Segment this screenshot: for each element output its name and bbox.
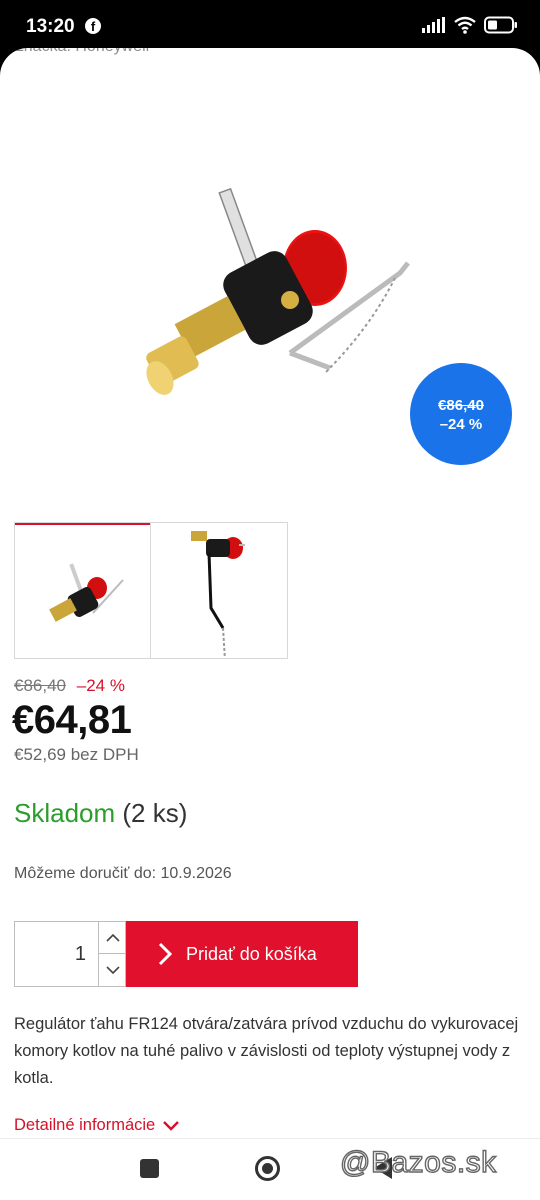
chevron-up-icon (105, 933, 120, 942)
chevron-right-icon (158, 942, 172, 966)
brand-label: Značka: Honeywell (14, 48, 149, 56)
delivery-date: Môžeme doručiť do: 10.9.2026 (14, 865, 232, 882)
signal-icon (422, 17, 445, 33)
product-image[interactable] (140, 178, 430, 428)
wifi-icon (454, 16, 476, 34)
current-price: €64,81 (12, 698, 132, 742)
badge-percent: –24 % (439, 416, 483, 433)
thumbnail-regulator[interactable] (14, 522, 151, 659)
chevron-down-icon (105, 965, 120, 974)
product-sheet: Značka: Honeywell €86,40 –24 % (0, 48, 540, 1138)
quantity-decrease-button[interactable] (98, 954, 126, 986)
quantity-input[interactable] (15, 922, 98, 986)
price-old-row: €86,40 –24 % (14, 676, 125, 696)
status-icons (422, 16, 518, 34)
add-to-cart-button[interactable]: Pridať do košíka (126, 921, 358, 987)
status-time: 13:20 (26, 16, 75, 37)
quantity-increase-button[interactable] (98, 922, 126, 954)
net-price: €52,69 bez DPH (14, 745, 139, 764)
product-description: Regulátor ťahu FR124 otvára/zatvára prív… (14, 1015, 519, 1087)
badge-old-price: €86,40 (438, 397, 484, 414)
stock-status: Skladom (2 ks) (14, 798, 187, 829)
discount-badge: €86,40 –24 % (410, 363, 512, 465)
add-to-cart-label: Pridať do košíka (186, 943, 317, 964)
details-link-label: Detailné informácie (14, 1116, 156, 1134)
facebook-icon: f (85, 18, 101, 34)
stock-label: Skladom (14, 798, 116, 828)
thumbnail-strip (14, 522, 288, 659)
stock-count: (2 ks) (122, 798, 188, 828)
watermark: @Bazos.sk (339, 1145, 497, 1179)
thumbnail-regulator-image (49, 563, 124, 622)
quantity-stepper (14, 921, 126, 987)
recents-button[interactable] (140, 1159, 159, 1178)
battery-icon (484, 16, 517, 34)
thumbnail-chain-image (191, 531, 245, 658)
old-price: €86,40 (14, 676, 66, 695)
thumbnail-regulator-chain[interactable] (151, 522, 288, 659)
home-button[interactable] (255, 1156, 280, 1181)
discount-percent: –24 % (76, 676, 125, 695)
details-link[interactable]: Detailné informácie (14, 1116, 180, 1135)
chevron-down-icon (163, 1120, 180, 1131)
